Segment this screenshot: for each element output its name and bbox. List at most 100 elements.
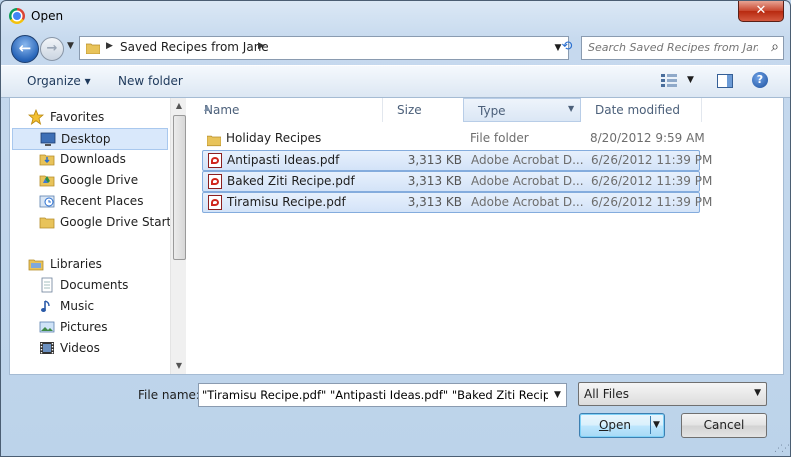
cancel-button[interactable]: Cancel [681,413,767,438]
help-icon[interactable]: ? [752,72,768,88]
file-name: Holiday Recipes [226,131,322,145]
column-header-size[interactable]: Size [383,98,464,122]
nav-item-downloads[interactable]: Downloads [10,149,170,169]
file-row-antipasti-ideas[interactable]: Antipasti Ideas.pdf 3,313 KB Adobe Acrob… [202,150,712,171]
file-size: 3,313 KB [407,174,462,188]
open-button-label: Open [580,414,650,436]
nav-item-label: Recent Places [60,194,144,208]
more-options-dropdown-icon[interactable]: ▼ [687,75,694,85]
refresh-icon[interactable]: ⟲ [555,36,579,58]
file-date-modified: 6/26/2012 11:39 PM [591,174,713,188]
search-icon[interactable]: ⌕ [771,39,779,55]
nav-item-google-drive-starter[interactable]: Google Drive Starter [10,212,184,232]
nav-item-label: Music [60,299,95,313]
new-folder-button[interactable]: New folder [118,74,183,88]
open-label-rest: pen [608,418,632,432]
preview-pane-icon[interactable] [717,74,733,88]
scroll-down-icon[interactable]: ▼ [171,358,186,374]
file-date-modified: 6/26/2012 11:39 PM [591,195,713,209]
breadcrumb-current-folder[interactable]: Saved Recipes from Jane [120,40,269,54]
open-button[interactable]: Open ▼ [579,413,665,438]
nav-item-label: Google Drive [60,173,139,187]
column-header-type[interactable]: Type ▼ [463,98,581,122]
search-input[interactable] [588,40,758,55]
nav-item-libraries[interactable]: Libraries [10,254,170,274]
file-date-modified: 6/26/2012 11:39 PM [591,153,713,167]
resize-grip-icon[interactable]: ⋰⋰ [774,444,790,454]
pdf-file-icon [208,174,222,189]
pictures-icon [39,321,55,333]
nav-item-recent-places[interactable]: Recent Places [10,191,170,211]
nav-item-documents[interactable]: Documents [10,275,170,295]
file-name-label: File name: [138,388,200,402]
file-list: Name ▲ Size Type ▼ Date modified Holiday… [190,98,783,374]
downloads-folder-icon [39,154,55,166]
star-icon [28,109,44,125]
scrollbar-thumb[interactable] [173,115,186,260]
file-name: Antipasti Ideas.pdf [227,153,340,167]
nav-item-pictures[interactable]: Pictures [10,317,170,337]
column-header-label: Size [397,103,422,117]
column-filter-dropdown-icon[interactable]: ▼ [568,104,574,113]
file-name-input[interactable] [202,387,548,403]
open-dialog: Open ✕ ← → ▼ ▶ Saved Recipes from Jane ▶… [0,0,791,457]
documents-icon [41,277,53,293]
file-size: 3,313 KB [407,195,462,209]
file-type-filter-value: All Files [584,387,630,401]
file-row-tiramisu-recipe[interactable]: Tiramisu Recipe.pdf 3,313 KB Adobe Acrob… [202,192,712,213]
nav-item-label: Libraries [50,257,102,271]
back-button[interactable]: ← [11,35,39,63]
breadcrumb-separator-icon[interactable]: ▶ [258,41,265,51]
address-bar[interactable]: ▶ Saved Recipes from Jane ▶ [79,36,549,60]
nav-item-label: Videos [60,341,100,355]
open-mnemonic: O [598,418,609,432]
column-header-name[interactable]: Name ▲ [190,98,383,122]
file-type-filter-select[interactable]: All Files ▼ [578,382,767,406]
pdf-file-icon [208,153,222,168]
nav-item-label: Pictures [60,320,108,334]
change-view-icon[interactable] [661,73,677,87]
nav-item-label: Desktop [61,132,111,146]
search-box[interactable]: ⌕ [581,36,784,60]
recent-places-icon [39,195,55,208]
nav-item-videos[interactable]: Videos [10,338,170,358]
open-options-dropdown-icon[interactable]: ▼ [653,414,660,436]
nav-item-label: Documents [60,278,129,292]
chrome-icon [9,8,25,24]
close-button[interactable]: ✕ [738,1,784,22]
navigation-scrollbar[interactable]: ▲ ▼ [170,98,186,374]
chevron-down-icon: ▼ [754,388,761,398]
file-row-holiday-recipes[interactable]: Holiday Recipes File folder 8/20/2012 9:… [202,129,705,148]
column-header-label: Date modified [595,103,681,117]
recent-locations-dropdown-icon[interactable]: ▼ [67,41,74,51]
desktop-icon [40,132,56,146]
file-name: Baked Ziti Recipe.pdf [227,174,355,188]
file-name-combobox[interactable] [198,383,551,407]
organize-menu[interactable]: Organize ▾ [27,74,91,88]
file-row-baked-ziti-recipe[interactable]: Baked Ziti Recipe.pdf 3,313 KB Adobe Acr… [202,171,712,192]
file-name: Tiramisu Recipe.pdf [227,195,346,209]
nav-item-favorites[interactable]: Favorites [10,107,170,127]
file-date-modified: 8/20/2012 9:59 AM [590,131,705,145]
videos-icon [40,342,54,354]
file-name-dropdown-icon[interactable]: ▼ [549,383,567,407]
nav-item-label: Google Drive Starter [60,215,184,229]
command-toolbar: Organize ▾ New folder ▼ ? [1,65,790,98]
folder-icon [207,135,221,147]
sort-ascending-icon: ▲ [204,103,211,112]
nav-item-google-drive[interactable]: Google Drive [10,170,170,190]
column-header-label: Type [478,104,506,118]
music-icon [41,300,50,312]
nav-item-label: Favorites [50,110,105,124]
title-bar: Open ✕ [1,1,790,31]
file-size: 3,313 KB [407,153,462,167]
nav-item-music[interactable]: Music [10,296,170,316]
nav-item-desktop[interactable]: Desktop [12,128,168,150]
folder-icon [86,43,100,54]
column-header-date-modified[interactable]: Date modified [581,98,702,122]
split-divider [650,416,651,434]
forward-button[interactable]: → [40,37,64,61]
breadcrumb-separator-icon[interactable]: ▶ [106,41,113,51]
scroll-up-icon[interactable]: ▲ [171,98,186,114]
file-type: File folder [470,131,529,145]
